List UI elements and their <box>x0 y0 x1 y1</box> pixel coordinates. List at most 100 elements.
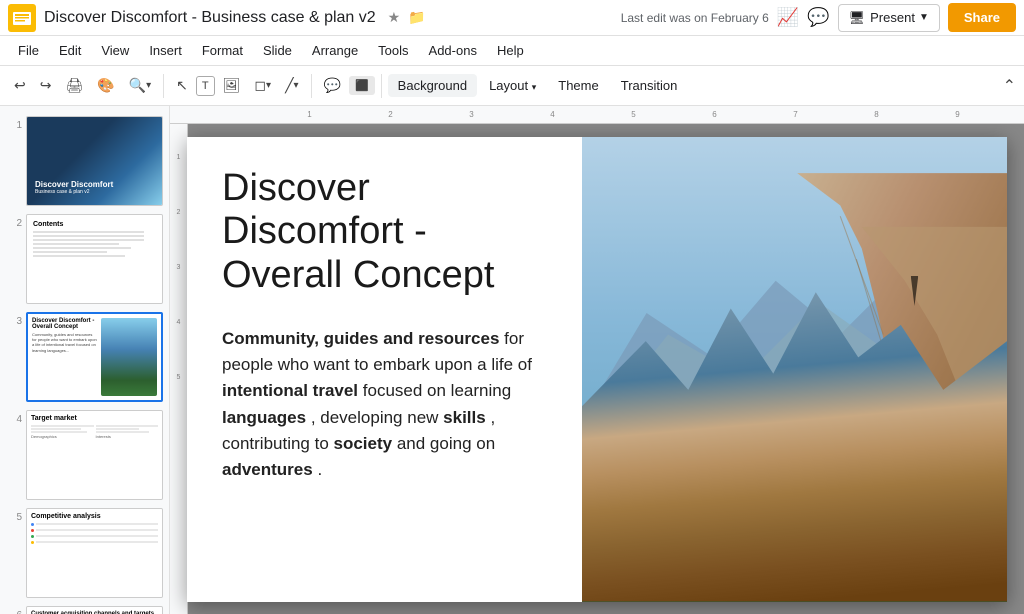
theme-button[interactable]: Theme <box>548 74 608 97</box>
slide-body-bold-2: intentional travel <box>222 381 358 400</box>
share-button[interactable]: Share <box>948 3 1016 32</box>
slides-panel: 1 Discover Discomfort Business case & pl… <box>0 106 170 614</box>
image-button[interactable]: 🖼 <box>217 73 247 98</box>
slide-body-bold-6: adventures <box>222 460 313 479</box>
menu-item-file[interactable]: File <box>8 39 49 62</box>
ruler-left: 1 2 3 4 5 <box>170 124 188 614</box>
separator-3 <box>381 74 382 98</box>
slide3-image-preview <box>101 318 157 396</box>
slide-preview-2: Contents <box>26 214 163 304</box>
title-right-area: Last edit was on February 6 📈 💬 🖥 Presen… <box>621 3 1016 32</box>
undo-button[interactable]: ↩ <box>8 73 32 98</box>
slide3-title-preview: Discover Discomfort - Overall Concept <box>32 318 98 330</box>
slide-thumbnail-5[interactable]: 5 Competitive analysis <box>4 506 165 600</box>
menu-item-help[interactable]: Help <box>487 39 534 62</box>
slide1-sub-preview: Business case & plan v2 <box>35 189 113 195</box>
background-button[interactable]: Background <box>388 74 477 97</box>
transition-button[interactable]: Transition <box>611 74 688 97</box>
ruler-left-1: 1 <box>177 154 181 209</box>
doc-title-area: Discover Discomfort - Business case & pl… <box>44 9 621 27</box>
ruler-tick-7: 7 <box>755 110 836 119</box>
separator-1 <box>163 74 164 98</box>
menu-item-edit[interactable]: Edit <box>49 39 91 62</box>
ruler-tick-2: 2 <box>350 110 431 119</box>
insert-placeholder-button[interactable]: ⬛ <box>349 76 375 95</box>
print-button[interactable]: 🖨 <box>59 73 89 98</box>
slide-preview-3: Discover Discomfort - Overall Concept Co… <box>26 312 163 402</box>
slide-number-6: 6 <box>6 610 22 614</box>
comment-icon[interactable]: 💬 <box>807 7 829 28</box>
slide-thumbnail-6[interactable]: 6 Customer acquisition channels and targ… <box>4 604 165 614</box>
slide-thumbnail-2[interactable]: 2 Contents <box>4 212 165 306</box>
slide-number-4: 4 <box>6 414 22 425</box>
slide-number-2: 2 <box>6 218 22 229</box>
menu-item-add-ons[interactable]: Add-ons <box>419 39 487 62</box>
ruler-tick-9: 9 <box>917 110 998 119</box>
menu-item-tools[interactable]: Tools <box>368 39 418 62</box>
menu-item-slide[interactable]: Slide <box>253 39 302 62</box>
ruler-left-2: 2 <box>177 209 181 264</box>
slide-number-3: 3 <box>6 316 22 327</box>
slide-body-bold-3: languages <box>222 408 306 427</box>
menu-item-insert[interactable]: Insert <box>139 39 192 62</box>
present-label: Present <box>870 10 915 25</box>
insert-comment-button[interactable]: 💬 <box>318 73 347 98</box>
slide-preview-1: Discover Discomfort Business case & plan… <box>26 116 163 206</box>
layout-button[interactable]: Layout ▾ <box>479 74 546 97</box>
slide-thumbnail-4[interactable]: 4 Target market Demographics Interests <box>4 408 165 502</box>
slide3-body-preview: Community, guides and resources for peop… <box>32 332 98 353</box>
app-icon <box>8 4 36 32</box>
cursor-button[interactable]: ↖ <box>170 73 194 98</box>
ruler-tick-5: 5 <box>593 110 674 119</box>
slide4-title-preview: Target market <box>31 415 158 422</box>
slide-number-5: 5 <box>6 512 22 523</box>
paint-format-button[interactable]: 🎨 <box>91 73 120 98</box>
last-edit-text: Last edit was on February 6 <box>621 11 769 25</box>
doc-title[interactable]: Discover Discomfort - Business case & pl… <box>44 9 376 27</box>
slide-body[interactable]: Community, guides and resources for peop… <box>222 326 552 484</box>
slide-content-left: Discover Discomfort - Overall Concept Co… <box>187 137 582 602</box>
zoom-button[interactable]: 🔍▾ <box>123 73 157 98</box>
slide-landscape-svg <box>582 137 1007 602</box>
ruler-left-5: 5 <box>177 374 181 429</box>
title-bar: Discover Discomfort - Business case & pl… <box>0 0 1024 36</box>
slide-preview-6: Customer acquisition channels and target… <box>26 606 163 614</box>
slide-preview-5: Competitive analysis <box>26 508 163 598</box>
slide-thumbnail-1[interactable]: 1 Discover Discomfort Business case & pl… <box>4 114 165 208</box>
shapes-button[interactable]: ◻▾ <box>248 73 277 98</box>
present-button[interactable]: 🖥 Present ▼ <box>838 4 940 32</box>
canvas-area: 1 2 3 4 5 6 7 8 9 1 2 3 4 5 Disc <box>170 106 1024 614</box>
line-button[interactable]: ╱▾ <box>279 73 304 98</box>
menu-item-arrange[interactable]: Arrange <box>302 39 368 62</box>
slide-number-1: 1 <box>6 120 22 131</box>
text-box-button[interactable]: T <box>196 76 215 96</box>
slide-body-bold-5: society <box>334 434 393 453</box>
ruler-tick-3: 3 <box>431 110 512 119</box>
slide-thumbnail-3[interactable]: 3 Discover Discomfort - Overall Concept … <box>4 310 165 404</box>
slide-body-bold-4: skills <box>443 408 486 427</box>
main-slide[interactable]: Discover Discomfort - Overall Concept Co… <box>187 137 1007 602</box>
main-layout: 1 Discover Discomfort Business case & pl… <box>0 106 1024 614</box>
ruler-tick-6: 6 <box>674 110 755 119</box>
slide1-title-preview: Discover Discomfort <box>35 180 113 189</box>
slide-preview-4: Target market Demographics Interests <box>26 410 163 500</box>
collapse-toolbar-button[interactable]: ⌃ <box>1003 76 1016 96</box>
ruler-left-3: 3 <box>177 264 181 319</box>
present-arrow-icon: ▼ <box>919 12 929 23</box>
slide5-title-preview: Competitive analysis <box>31 513 158 520</box>
slide-body-bold-1: Community, guides and resources <box>222 329 499 348</box>
toolbar: ↩ ↪ 🖨 🎨 🔍▾ ↖ T 🖼 ◻▾ ╱▾ 💬 ⬛ Background La… <box>0 66 1024 106</box>
folder-icon[interactable]: 📁 <box>408 9 425 26</box>
ruler-left-4: 4 <box>177 319 181 374</box>
separator-2 <box>311 74 312 98</box>
canvas-wrapper: 1 2 3 4 5 Discover Discomfort - Overall … <box>170 124 1024 614</box>
ruler-tick-4: 4 <box>512 110 593 119</box>
slide-image <box>582 137 1007 602</box>
redo-button[interactable]: ↪ <box>34 73 58 98</box>
menu-item-format[interactable]: Format <box>192 39 253 62</box>
slide-title[interactable]: Discover Discomfort - Overall Concept <box>222 167 552 298</box>
trending-icon[interactable]: 📈 <box>777 7 799 28</box>
star-icon[interactable]: ★ <box>388 9 401 26</box>
menu-item-view[interactable]: View <box>91 39 139 62</box>
layout-arrow-icon: ▾ <box>532 82 537 92</box>
